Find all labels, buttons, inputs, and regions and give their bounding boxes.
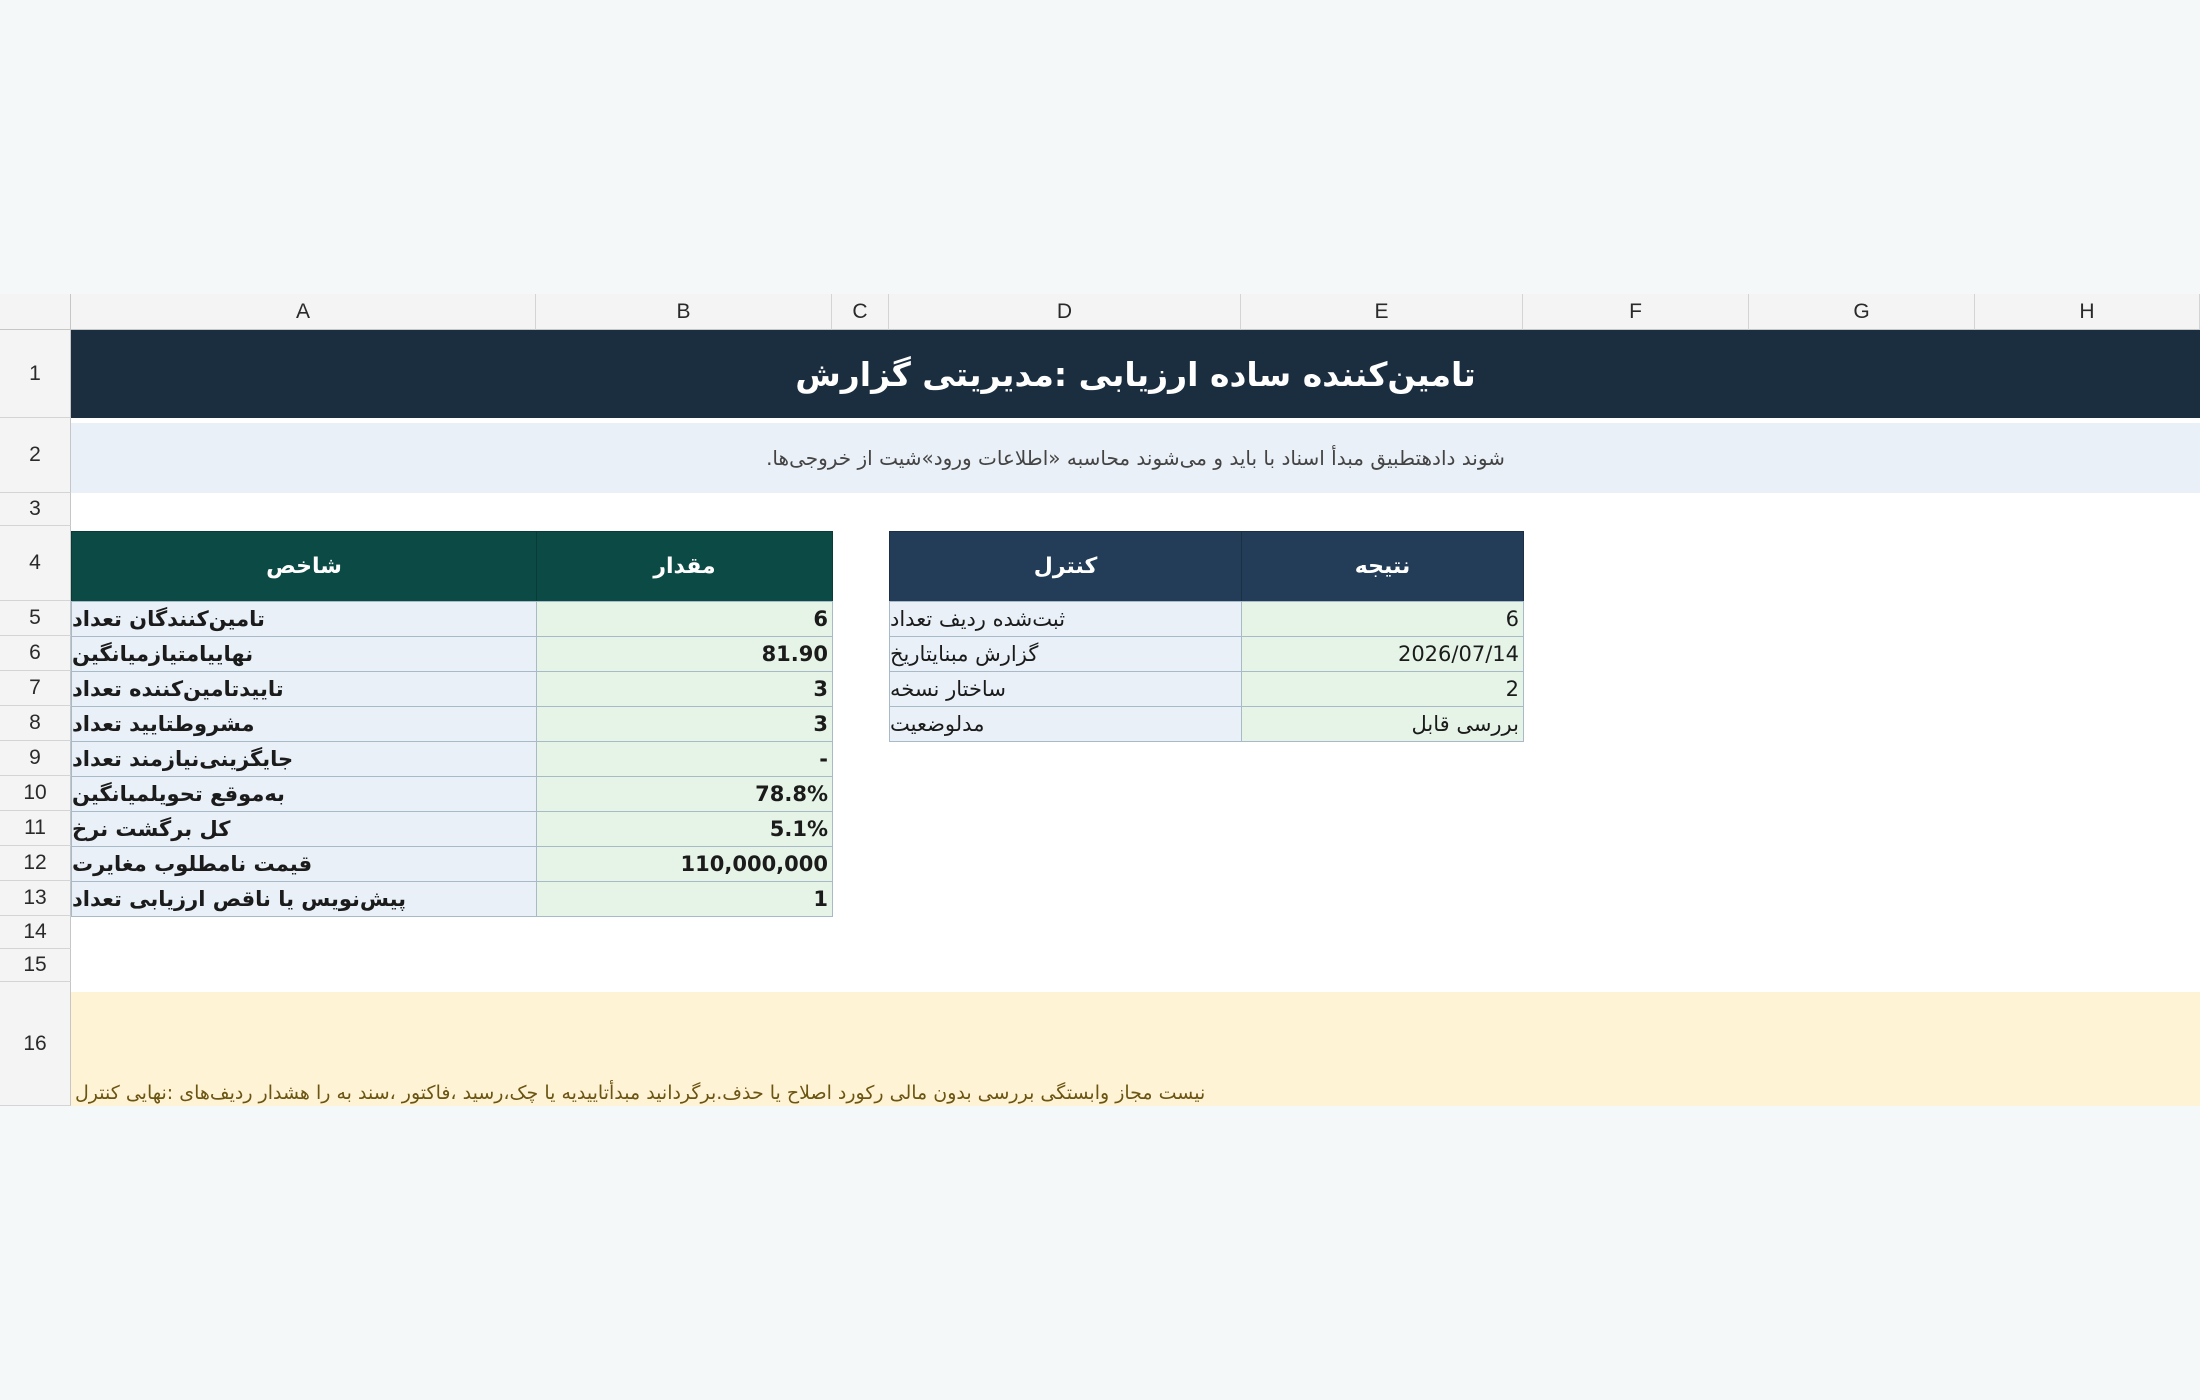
column-header-e[interactable]: E [1241, 294, 1523, 330]
row-header-7[interactable]: 7 [0, 671, 71, 706]
kpi-label-cell[interactable]: نهاییامتیازمیانگین [71, 636, 537, 672]
kpi-value-cell[interactable]: 3 [536, 671, 833, 707]
row-header-3[interactable]: 3 [0, 493, 71, 526]
control-label-cell[interactable]: ساختار نسخه [889, 671, 1242, 707]
row-header-13[interactable]: 13 [0, 881, 71, 916]
control-value-cell[interactable]: 6 [1241, 601, 1524, 637]
kpi-value-cell[interactable]: 3 [536, 706, 833, 742]
footer-note-band[interactable]: نیست مجاز وابستگی بررسی بدون مالی رکورد … [71, 992, 2200, 1106]
kpi-label-cell[interactable]: تامین‌کنندگان تعداد [71, 601, 537, 637]
report-subtitle[interactable]: .شوند دادهتطبیق مبدأ اسناد با باید و می‌… [71, 418, 2200, 493]
row-header-10[interactable]: 10 [0, 776, 71, 811]
control-value-cell[interactable]: 2 [1241, 671, 1524, 707]
column-header-f[interactable]: F [1523, 294, 1749, 330]
kpi-label-cell[interactable]: جایگزینی‌نیازمند تعداد [71, 741, 537, 777]
row-header-4[interactable]: 4 [0, 526, 71, 601]
control-value-cell[interactable]: 2026/07/14 [1241, 636, 1524, 672]
kpi-header-value[interactable]: مقدار [536, 531, 833, 602]
kpi-label-cell[interactable]: قیمت نامطلوب مغایرت [71, 846, 537, 882]
kpi-label-cell[interactable]: کل برگشت نرخ [71, 811, 537, 847]
row-header-9[interactable]: 9 [0, 741, 71, 776]
kpi-value-cell[interactable]: 81.90 [536, 636, 833, 672]
column-header-b[interactable]: B [536, 294, 832, 330]
kpi-header-label[interactable]: شاخص [71, 531, 537, 602]
column-header-c[interactable]: C [832, 294, 889, 330]
spreadsheet-grid: A B C D E F G H 1 2 3 4 5 6 7 8 9 10 11 … [0, 294, 2200, 1106]
kpi-label-cell[interactable]: مشروطتایید تعداد [71, 706, 537, 742]
row-header-14[interactable]: 14 [0, 916, 71, 949]
row-header-2[interactable]: 2 [0, 418, 71, 493]
control-label-cell[interactable]: مدلوضعیت [889, 706, 1242, 742]
kpi-value-cell[interactable]: 5.1% [536, 811, 833, 847]
footer-note: نیست مجاز وابستگی بررسی بدون مالی رکورد … [75, 1082, 1206, 1104]
row-header-12[interactable]: 12 [0, 846, 71, 881]
kpi-value-cell[interactable]: 6 [536, 601, 833, 637]
kpi-value-cell[interactable]: 78.8% [536, 776, 833, 812]
select-all-corner[interactable] [0, 294, 71, 330]
control-label-cell[interactable]: گزارش مبنایتاریخ [889, 636, 1242, 672]
row-header-11[interactable]: 11 [0, 811, 71, 846]
column-header-d[interactable]: D [889, 294, 1241, 330]
control-header-label[interactable]: کنترل [889, 531, 1242, 602]
control-value-cell[interactable]: بررسی قابل [1241, 706, 1524, 742]
column-header-h[interactable]: H [1975, 294, 2200, 330]
row-header-5[interactable]: 5 [0, 601, 71, 636]
column-header-a[interactable]: A [71, 294, 536, 330]
kpi-label-cell[interactable]: به‌موقع تحویلمیانگین [71, 776, 537, 812]
control-header-value[interactable]: نتیجه [1241, 531, 1524, 602]
row-header-1[interactable]: 1 [0, 330, 71, 418]
row-header-8[interactable]: 8 [0, 706, 71, 741]
kpi-label-cell[interactable]: پیش‌نویس یا ناقص ارزیابی تعداد [71, 881, 537, 917]
row-header-6[interactable]: 6 [0, 636, 71, 671]
control-label-cell[interactable]: ثبت‌شده ردیف تعداد [889, 601, 1242, 637]
kpi-value-cell[interactable]: 1 [536, 881, 833, 917]
row-header-15[interactable]: 15 [0, 949, 71, 982]
row-header-16[interactable]: 16 [0, 982, 71, 1106]
kpi-label-cell[interactable]: تاییدتامین‌کننده تعداد [71, 671, 537, 707]
column-header-g[interactable]: G [1749, 294, 1975, 330]
kpi-value-cell[interactable]: 110,000,000 [536, 846, 833, 882]
kpi-value-cell[interactable]: - [536, 741, 833, 777]
report-title[interactable]: تامین‌کننده ساده ارزیابی :مدیریتی گزارش [71, 330, 2200, 418]
